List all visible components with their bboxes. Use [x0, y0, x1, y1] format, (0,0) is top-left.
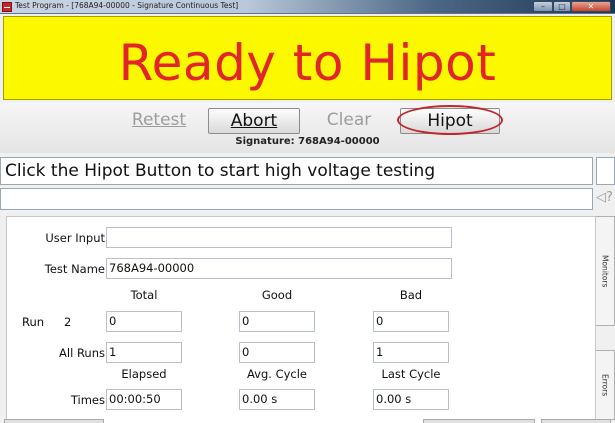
clear-button[interactable]: Clear [303, 108, 395, 134]
last-cycle-field: 0.00 s [373, 389, 449, 410]
status-banner: Ready to Hipot [3, 16, 612, 100]
user-input-label: User Input [45, 231, 105, 245]
user-input-field[interactable] [106, 227, 452, 248]
action-toolbar: Retest Abort Clear Hipot Signature: 768A… [0, 103, 615, 153]
clear-button-label: Clear [326, 110, 372, 130]
elapsed-field: 00:00:50 [106, 389, 182, 410]
total-header: Total [130, 288, 158, 302]
indicator-box [596, 157, 615, 185]
signature-label: Signature: 768A94-00000 [235, 136, 380, 147]
bottom-right-button[interactable] [423, 419, 535, 423]
run-total-field: 0 [106, 311, 182, 332]
all-good-field: 0 [239, 342, 315, 363]
run-good-field: 0 [239, 311, 315, 332]
close-button[interactable]: ✕ [571, 1, 611, 12]
maximize-button[interactable]: □ [553, 1, 571, 12]
test-name-label: Test Name [44, 262, 105, 276]
app-icon [2, 2, 12, 12]
retest-button-label: Retest [131, 110, 187, 130]
window-title: Test Program - [768A94-00000 - Signature… [15, 1, 239, 10]
tab-monitors-label: Monitors [600, 254, 610, 288]
bottom-left-button[interactable] [4, 419, 104, 423]
status-text: Ready to Hipot [118, 34, 497, 92]
instruction-text: Click the Hipot Button to start high vol… [0, 157, 593, 185]
good-header: Good [261, 288, 293, 302]
all-total-field: 1 [106, 342, 182, 363]
elapsed-header: Elapsed [121, 367, 167, 381]
tab-errors[interactable]: Errors [596, 350, 615, 420]
run-label: Run [22, 315, 45, 329]
all-runs-label: All Runs [59, 346, 105, 360]
message-field [0, 188, 593, 210]
last-cycle-header: Last Cycle [381, 367, 441, 381]
times-label: Times [70, 393, 105, 407]
run-number: 2 [64, 315, 72, 329]
avg-cycle-header: Avg. Cycle [246, 367, 308, 381]
all-bad-field: 1 [373, 342, 449, 363]
hipot-highlight-ring [397, 105, 503, 135]
avg-cycle-field: 0.00 s [239, 389, 315, 410]
test-info-panel: User Input Test Name 768A94-00000 Total … [6, 216, 596, 423]
bottom-far-right-button[interactable] [541, 419, 611, 423]
test-name-field: 768A94-00000 [106, 258, 452, 279]
abort-button[interactable]: Abort [208, 108, 300, 134]
help-nav-icon[interactable]: ◁? [596, 190, 613, 205]
retest-button[interactable]: Retest [113, 108, 205, 134]
tab-monitors[interactable]: Monitors [596, 216, 615, 326]
minimize-button[interactable]: – [533, 1, 553, 12]
window-controls: – □ ✕ [533, 1, 611, 12]
run-bad-field: 0 [373, 311, 449, 332]
tab-errors-label: Errors [600, 373, 610, 397]
title-bar: Test Program - [768A94-00000 - Signature… [0, 0, 615, 14]
bad-header: Bad [399, 288, 423, 302]
abort-button-label: Abort [230, 111, 278, 131]
